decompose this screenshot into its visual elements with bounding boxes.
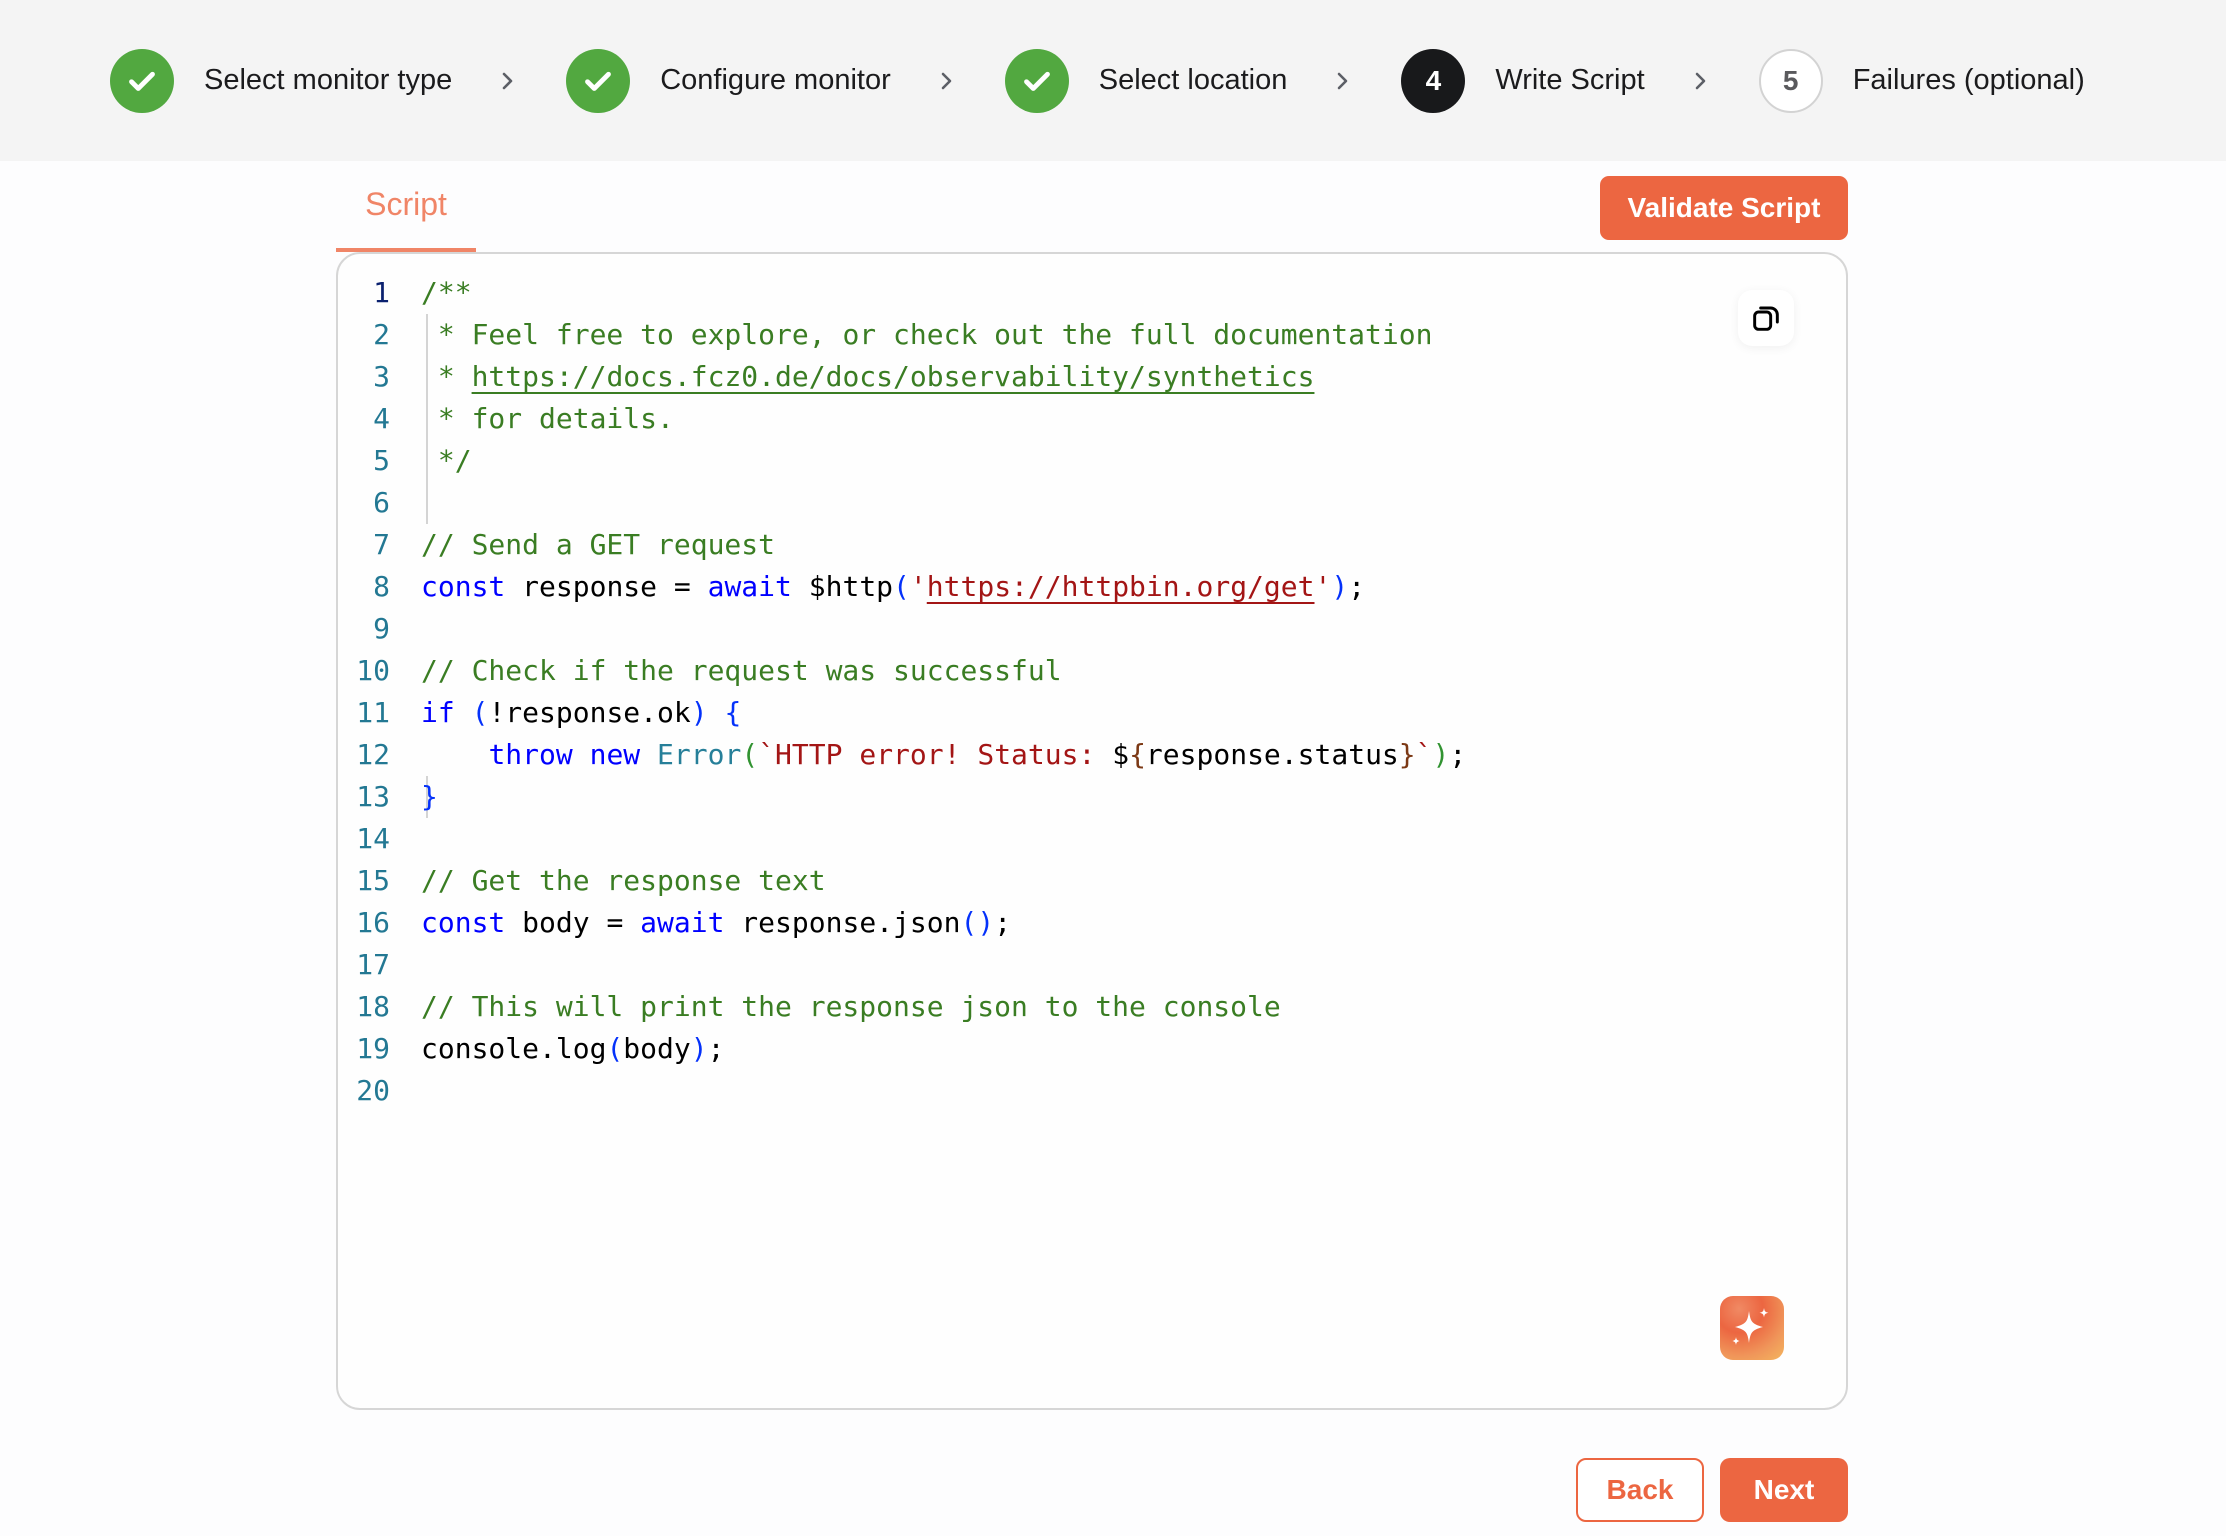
code-line: 3 * https://docs.fcz0.de/docs/observabil… xyxy=(338,356,1846,398)
comment-token: // Send a GET request xyxy=(421,528,776,561)
chevron-right-icon xyxy=(1691,67,1711,95)
line-number: 16 xyxy=(356,906,390,939)
line-number: 4 xyxy=(373,402,390,435)
keyword-token: const xyxy=(421,570,506,603)
comment-token: // Get the response text xyxy=(421,864,826,897)
keyword-token: await xyxy=(640,906,725,939)
step-label: Select monitor type xyxy=(204,64,453,96)
code-line: 9 xyxy=(338,608,1846,650)
step-completed-badge xyxy=(1004,48,1069,113)
step-completed-badge xyxy=(566,48,631,113)
step-number-badge: 5 xyxy=(1758,48,1823,113)
code-line: 15 // Get the response text xyxy=(338,860,1846,902)
code-editor[interactable]: 1 /** 2 * Feel free to explore, or check … xyxy=(336,252,1848,1410)
line-number: 7 xyxy=(373,528,390,561)
code-line: 11 if (!response.ok) { xyxy=(338,692,1846,734)
check-icon xyxy=(585,71,612,91)
code-line: 1 /** xyxy=(338,272,1846,314)
comment-token: // This will print the response json to … xyxy=(421,990,1281,1023)
line-number: 3 xyxy=(373,360,390,393)
line-number: 9 xyxy=(373,612,390,645)
code-line: 17 xyxy=(338,944,1846,986)
line-number: 17 xyxy=(356,948,390,981)
line-number: 18 xyxy=(356,990,390,1023)
step-number-badge: 4 xyxy=(1401,48,1466,113)
tab-script[interactable]: Script xyxy=(336,170,476,252)
check-icon xyxy=(129,71,155,91)
code-line: 20 xyxy=(338,1070,1846,1112)
line-number: 5 xyxy=(373,444,390,477)
line-number: 15 xyxy=(356,864,390,897)
code-line: 8 const response = await $http('https://h… xyxy=(338,566,1846,608)
line-number: 13 xyxy=(356,780,390,813)
code-line: 2 * Feel free to explore, or check out t… xyxy=(338,314,1846,356)
line-number: 8 xyxy=(373,570,390,603)
line-number: 11 xyxy=(356,696,390,729)
code-line: 14 xyxy=(338,818,1846,860)
step-configure-monitor[interactable]: Configure monitor xyxy=(566,48,891,113)
step-label: Select location xyxy=(1098,64,1288,96)
comment-token: * xyxy=(437,360,472,393)
step-completed-badge xyxy=(110,48,174,113)
chevron-right-icon xyxy=(498,67,518,95)
string-token: `HTTP error! Status: xyxy=(758,738,1113,771)
step-label: Failures (optional) xyxy=(1852,64,2085,96)
code-line: 18 // This will print the response json t… xyxy=(338,986,1846,1028)
line-number: 19 xyxy=(356,1032,390,1065)
keyword-token: if xyxy=(421,696,455,729)
validate-script-button[interactable]: Validate Script xyxy=(1600,176,1848,240)
keyword-token: new xyxy=(589,738,641,771)
next-button[interactable]: Next xyxy=(1720,1458,1848,1522)
comment-token: */ xyxy=(437,444,472,477)
comment-token: * for details. xyxy=(437,402,674,435)
step-label: Configure monitor xyxy=(660,64,891,96)
copy-icon xyxy=(1753,306,1779,331)
sparkles-icon xyxy=(1732,1308,1769,1345)
step-select-location[interactable]: Select location xyxy=(1004,48,1288,113)
line-number: 6 xyxy=(373,486,390,519)
line-number: 10 xyxy=(356,654,390,687)
code-line: 6 xyxy=(338,482,1846,524)
step-select-monitor-type[interactable]: Select monitor type xyxy=(110,48,453,113)
code-line: 19 console.log(body); xyxy=(338,1028,1846,1070)
keyword-token: const xyxy=(421,906,506,939)
line-number: 2 xyxy=(373,318,390,351)
step-write-script[interactable]: 4 Write Script xyxy=(1401,48,1645,113)
keyword-token: throw xyxy=(488,738,573,771)
line-number: 12 xyxy=(356,738,390,771)
code-line: 13} xyxy=(338,776,1846,818)
line-number: 14 xyxy=(356,822,390,855)
comment-token: // Check if the request was successful xyxy=(421,654,1062,687)
code-line: 16 const body = await response.json(); xyxy=(338,902,1846,944)
line-number: 20 xyxy=(356,1074,390,1107)
class-token: Error xyxy=(657,738,742,771)
copy-button[interactable] xyxy=(1738,290,1794,346)
comment-token: * Feel free to explore, or check out the… xyxy=(437,318,1433,351)
code-line: 10 // Check if the request was successful xyxy=(338,650,1846,692)
chevron-right-icon xyxy=(1333,67,1353,95)
code-lines[interactable]: 1 /** 2 * Feel free to explore, or check … xyxy=(338,272,1846,1112)
ai-assistant-button[interactable] xyxy=(1720,1296,1784,1360)
code-line: 7 // Send a GET request xyxy=(338,524,1846,566)
url-string-link[interactable]: https://httpbin.org/get xyxy=(927,570,1315,603)
comment-token: /** xyxy=(421,276,472,309)
back-button[interactable]: Back xyxy=(1576,1458,1704,1522)
code-line: 12 throw new Error(`HTTP error! Status: … xyxy=(338,734,1846,776)
keyword-token: await xyxy=(707,570,792,603)
line-number: 1 xyxy=(373,276,390,309)
docs-link[interactable]: https://docs.fcz0.de/docs/observability/… xyxy=(472,360,1315,393)
step-failures[interactable]: 5 Failures (optional) xyxy=(1758,48,2085,113)
code-line: 5 */ xyxy=(338,440,1846,482)
stepper: Select monitor type Configure monitor Se… xyxy=(0,0,2226,161)
code-line: 4 * for details. xyxy=(338,398,1846,440)
check-icon xyxy=(1023,71,1050,91)
step-label: Write Script xyxy=(1495,64,1645,96)
chevron-right-icon xyxy=(937,67,957,95)
